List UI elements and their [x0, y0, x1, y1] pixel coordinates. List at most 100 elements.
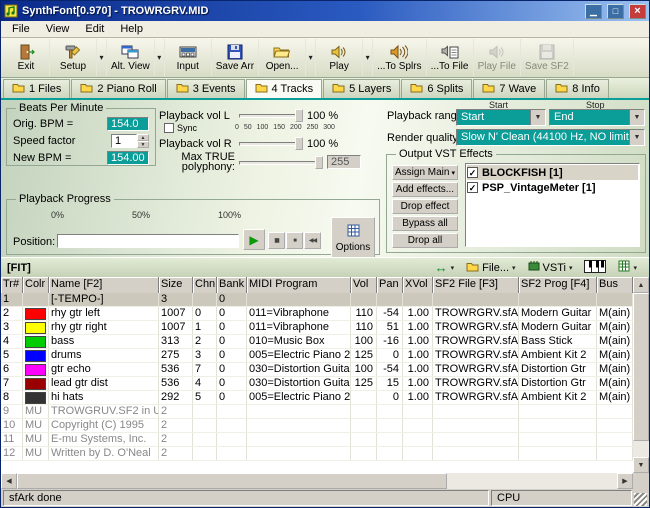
horizontal-scroll-thumb[interactable] [17, 473, 447, 489]
render-quality-select[interactable]: Slow N' Clean (44100 Hz, NO limits) ▼ [456, 129, 645, 146]
cell-vol[interactable] [351, 391, 377, 404]
polyphony-thumb[interactable] [315, 156, 323, 169]
cell-bus[interactable]: M(ain) [597, 363, 633, 376]
cell-chn[interactable] [193, 433, 217, 446]
cell-pan[interactable] [377, 447, 403, 460]
cell-bus[interactable] [597, 433, 633, 446]
cell-bus[interactable]: M(ain) [597, 377, 633, 390]
cell-size[interactable]: 536 [159, 377, 193, 390]
column-header-vol[interactable]: Vol [351, 277, 377, 293]
cell-midi[interactable] [247, 433, 351, 446]
cell-chn[interactable]: 7 [193, 363, 217, 376]
cell-size[interactable]: 292 [159, 391, 193, 404]
cell-xvol[interactable]: 1.00 [403, 363, 433, 376]
save-arr-button[interactable]: Save Arr [212, 39, 259, 76]
cell-midi[interactable]: 030=Distortion Guitar [247, 363, 351, 376]
cell-midi[interactable] [247, 447, 351, 460]
cell-tr[interactable]: 2 [1, 307, 23, 320]
tab-splits[interactable]: 6 Splits [401, 79, 472, 98]
menu-edit[interactable]: Edit [77, 22, 112, 36]
column-header-sf2file[interactable]: SF2 File [F3] [433, 277, 519, 293]
view-grid-button[interactable]: ▾ [612, 259, 643, 276]
cell-pan[interactable]: -54 [377, 307, 403, 320]
cell-sf2file[interactable]: TROWRGRV.sfArk [433, 377, 519, 390]
cell-tr[interactable]: 11 [1, 433, 23, 446]
playback-stop-select[interactable]: End ▼ [549, 109, 645, 126]
cell-chn[interactable] [193, 419, 217, 432]
chevron-down-icon[interactable]: ▼ [629, 130, 644, 145]
cell-bank[interactable] [217, 447, 247, 460]
cell-bus[interactable] [597, 405, 633, 418]
rewind-button[interactable]: ◀◀ [304, 232, 321, 249]
cell-tr[interactable]: 12 [1, 447, 23, 460]
cell-pan[interactable] [377, 405, 403, 418]
alt-view-dropdown-arrow[interactable]: ▾ [155, 39, 165, 76]
vertical-scroll-thumb[interactable] [633, 293, 649, 441]
cell-sf2file[interactable]: TROWRGRV.sfArk [433, 335, 519, 348]
cell-name[interactable]: rhy gtr left [49, 307, 159, 320]
cell-name[interactable]: hi hats [49, 391, 159, 404]
cell-sf2prog[interactable]: Distortion Gtr [519, 363, 597, 376]
cell-bus[interactable] [597, 447, 633, 460]
cell-vol[interactable]: 110 [351, 321, 377, 334]
scroll-down-button[interactable]: ▼ [633, 457, 649, 473]
cell-xvol[interactable] [403, 433, 433, 446]
cell-chn[interactable]: 4 [193, 377, 217, 390]
cell-bus[interactable]: M(ain) [597, 321, 633, 334]
drop-all-button[interactable]: Drop all [392, 233, 458, 248]
menu-help[interactable]: Help [112, 22, 151, 36]
orig-bpm-value[interactable]: 154.0 [107, 117, 149, 131]
cell-xvol[interactable]: 1.00 [403, 335, 433, 348]
cell-vol[interactable] [351, 433, 377, 446]
cell-vol[interactable]: 125 [351, 349, 377, 362]
play-dropdown-arrow[interactable]: ▾ [363, 39, 373, 76]
column-header-sf2prog[interactable]: SF2 Prog [F4] [519, 277, 597, 293]
bypass-all-button[interactable]: Bypass all [392, 216, 458, 231]
cell-pan[interactable]: 15 [377, 377, 403, 390]
cell-vol[interactable]: 125 [351, 377, 377, 390]
cell-chn[interactable] [193, 405, 217, 418]
speed-up-button[interactable]: ▲ [137, 134, 149, 141]
cell-colr[interactable] [23, 377, 49, 390]
cell-midi[interactable]: 011=Vibraphone [247, 307, 351, 320]
chevron-down-icon[interactable]: ▼ [530, 110, 545, 125]
play-progress-button[interactable]: ▶ [243, 229, 265, 250]
cell-colr[interactable] [23, 349, 49, 362]
cell-tr[interactable]: 3 [1, 321, 23, 334]
cell-pan[interactable] [377, 293, 403, 306]
menu-view[interactable]: View [38, 22, 78, 36]
assign-main-button[interactable]: Assign Main▾ [392, 165, 458, 180]
cell-bank[interactable]: 0 [217, 363, 247, 376]
cell-tr[interactable]: 9 [1, 405, 23, 418]
cell-size[interactable]: 1007 [159, 321, 193, 334]
cell-tr[interactable]: 6 [1, 363, 23, 376]
cell-pan[interactable] [377, 433, 403, 446]
vertical-scrollbar[interactable]: ▲ ▼ [633, 277, 649, 473]
cell-midi[interactable]: 030=Distortion Guitar [247, 377, 351, 390]
cell-bank[interactable]: 0 [217, 307, 247, 320]
tab-wave[interactable]: 7 Wave [473, 79, 545, 98]
cell-name[interactable]: rhy gtr right [49, 321, 159, 334]
tab-files[interactable]: 1 Files [3, 79, 70, 98]
cell-vol[interactable] [351, 419, 377, 432]
scroll-right-button[interactable]: ▶ [617, 473, 633, 489]
cell-size[interactable]: 275 [159, 349, 193, 362]
cell-chn[interactable]: 1 [193, 321, 217, 334]
cell-bank[interactable]: 0 [217, 349, 247, 362]
open-dropdown-arrow[interactable]: ▾ [306, 39, 316, 76]
cell-bank[interactable]: 0 [217, 321, 247, 334]
cell-vol[interactable]: 110 [351, 307, 377, 320]
cell-name[interactable]: Copyright (C) 1995 [49, 419, 159, 432]
horizontal-scrollbar[interactable]: ◀ ▶ [1, 473, 633, 489]
cell-size[interactable]: 313 [159, 335, 193, 348]
cell-sf2file[interactable] [433, 447, 519, 460]
column-header-tr[interactable]: Tr# [1, 277, 23, 293]
cell-colr[interactable]: MU [23, 447, 49, 460]
column-header-bank[interactable]: Bank [217, 277, 247, 293]
open-button[interactable]: Open... [259, 39, 306, 76]
cell-name[interactable]: gtr echo [49, 363, 159, 376]
cell-size[interactable]: 3 [159, 293, 193, 306]
setup-button[interactable]: Setup [50, 39, 97, 76]
file-menu-button[interactable]: File...▾ [460, 259, 521, 276]
cell-chn[interactable]: 2 [193, 335, 217, 348]
